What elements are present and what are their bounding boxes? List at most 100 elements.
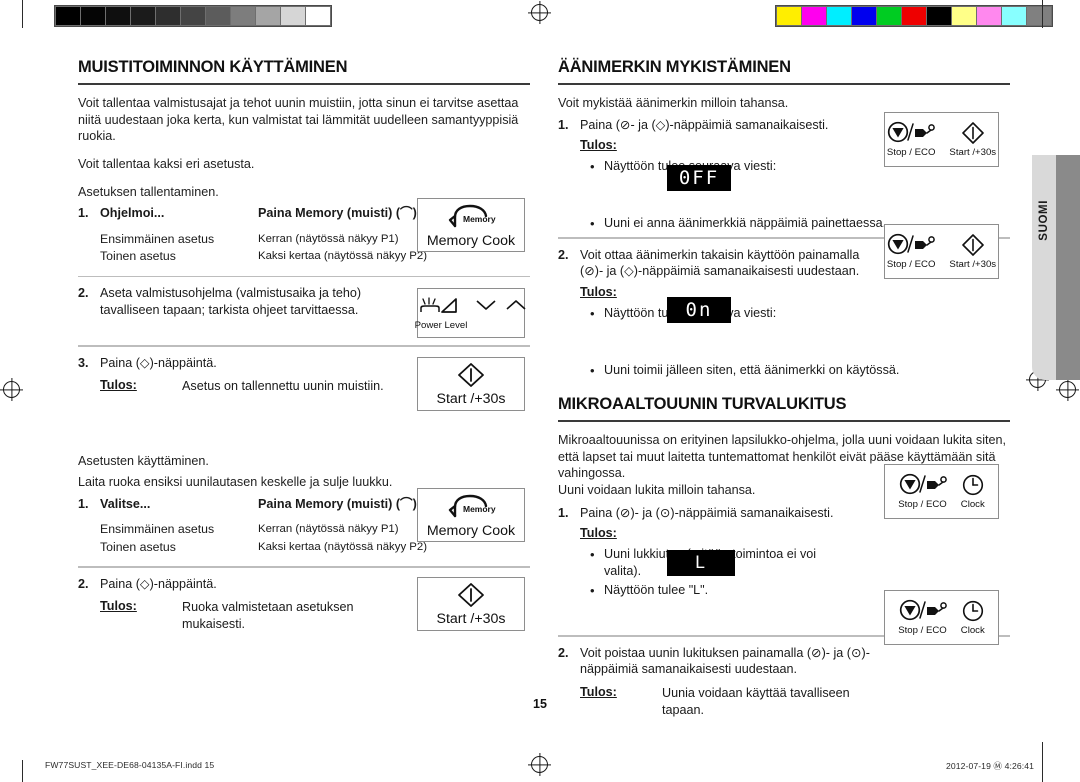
power-level-key: Power Level <box>414 296 468 331</box>
stop-clock-keys: Stop / ECO Clock <box>898 473 985 510</box>
step-divider <box>78 275 530 278</box>
start-label: Start /+30s <box>436 610 506 627</box>
memory-cook-label: Memory Cook <box>426 522 516 539</box>
stop-start-keys: Stop / ECO Start /+30s <box>887 233 996 270</box>
result-label: Tulos: <box>580 138 617 153</box>
step-divider <box>78 566 530 568</box>
start-key: Start /+30s <box>949 233 996 270</box>
sound-step-2-text: Voit ottaa äänimerkin takaisin käyttöön … <box>580 247 860 279</box>
memory-section-title: MUISTITOIMINNON KÄYTTÄMINEN <box>78 58 348 76</box>
keybox-memory-cook-store: Memory Memory Cook <box>417 198 525 252</box>
keybox-start-store: Start /+30s <box>417 357 525 411</box>
list-item: Näyttöön tulee seuraava viesti: <box>588 305 1010 322</box>
stop-eco-key: Stop / ECO <box>898 473 947 510</box>
stop-eco-icon <box>899 473 947 497</box>
result-label: Tulos: <box>100 599 137 614</box>
lock-section-title: MIKROAALTOUUNIN TURVALUKITUS <box>558 395 847 414</box>
stop-eco-icon <box>899 599 947 623</box>
memory-intro-paragraph-1: Voit tallentaa valmistusajat ja tehot uu… <box>78 96 519 144</box>
power-level-icon <box>418 296 464 318</box>
lock-step-2-number: 2. <box>558 645 569 660</box>
memory-icon-text: Memory <box>463 214 496 224</box>
result-label: Tulos: <box>100 378 137 393</box>
start-diamond-icon <box>457 362 485 388</box>
start-label: Start /+30s <box>949 147 997 158</box>
memory-cook-key: Memory Memory Cook <box>427 202 515 249</box>
power-level-keys: Power Level <box>415 296 528 331</box>
sound-step-2-number: 2. <box>558 247 569 262</box>
power-level-label: Power Level <box>414 319 468 331</box>
store-step-3-number: 3. <box>78 355 89 370</box>
list-item: Uuni toimii jälleen siten, että äänimerk… <box>588 362 1010 379</box>
store-step-2-number: 2. <box>78 286 89 301</box>
lcd-display-lock: L <box>667 550 735 576</box>
keybox-stop-start-1: Stop / ECO Start /+30s <box>884 112 999 167</box>
memory-intro-paragraph-2: Voit tallentaa kaksi eri asetusta. <box>78 156 255 171</box>
left-column: MUISTITOIMINNON KÄYTTÄMINEN Voit tallent… <box>78 58 530 634</box>
section-title-rule <box>558 83 1010 86</box>
stop-eco-label: Stop / ECO <box>898 499 947 510</box>
footer-filename: FW77SUST_XEE-DE68-04135A-FI.indd 15 <box>45 760 215 770</box>
clock-key: Clock <box>961 473 985 510</box>
lock-step-1-number: 1. <box>558 505 569 520</box>
result-text: Ruoka valmistetaan asetuksen mukaisesti. <box>182 600 354 631</box>
start-key: Start /+30s <box>949 121 996 158</box>
store-step-1-number: 1. <box>78 206 89 221</box>
sound-section-title: ÄÄNIMERKIN MYKISTÄMINEN <box>558 58 791 76</box>
keybox-start-use: Start /+30s <box>417 577 525 631</box>
store-row1-col1: Ensimmäinen asetus <box>100 231 215 246</box>
manual-page: MUISTITOIMINNON KÄYTTÄMINEN Voit tallent… <box>0 0 1080 782</box>
start-diamond-icon <box>961 121 985 145</box>
start-label: Start /+30s <box>436 390 506 407</box>
store-step-2-text: Aseta valmistusohjelma (valmistusaika ja… <box>100 286 362 317</box>
stop-clock-keys: Stop / ECO Clock <box>898 599 985 636</box>
lock-step-2-text: Voit poistaa uunin lukituksen painamalla… <box>580 645 870 677</box>
stop-eco-icon <box>887 121 936 145</box>
use-step-1-number: 1. <box>78 496 89 511</box>
stop-start-keys: Stop / ECO Start /+30s <box>887 121 996 158</box>
sound-step-2-bullets: Näyttöön tulee seuraava viesti: <box>588 305 1010 322</box>
stop-eco-label: Stop / ECO <box>886 147 936 158</box>
use-row1-col1: Ensimmäinen asetus <box>100 522 215 537</box>
stop-eco-key: Stop / ECO <box>886 121 936 158</box>
stop-eco-icon <box>887 233 936 257</box>
clock-label: Clock <box>960 625 985 636</box>
stop-eco-key: Stop / ECO <box>886 233 936 270</box>
memory-icon-text: Memory <box>463 504 496 514</box>
arrow-down-icon <box>475 298 497 320</box>
clock-label: Clock <box>960 499 985 510</box>
lcd-display-off: 0FF <box>667 165 731 191</box>
stop-eco-label: Stop / ECO <box>886 259 936 270</box>
result-label: Tulos: <box>580 526 617 541</box>
keybox-memory-cook-use: Memory Memory Cook <box>417 488 525 542</box>
use-step-2-number: 2. <box>78 576 89 591</box>
stop-eco-label: Stop / ECO <box>898 625 947 636</box>
arrow-up-icon <box>505 298 527 320</box>
step-divider <box>78 345 530 347</box>
memory-cook-label: Memory Cook <box>426 232 516 249</box>
memory-use-subheading: Asetusten käyttäminen. <box>78 453 209 468</box>
page-number: 15 <box>533 697 547 711</box>
clock-icon <box>961 599 985 623</box>
sound-intro: Voit mykistää äänimerkin milloin tahansa… <box>558 96 789 111</box>
start-label: Start /+30s <box>949 259 997 270</box>
sound-step-2-bullets-2: Uuni toimii jälleen siten, että äänimerk… <box>588 362 1010 379</box>
keybox-stop-clock-1: Stop / ECO Clock <box>884 464 999 519</box>
lcd-display-on: 0n <box>667 297 731 323</box>
start-key: Start /+30s <box>436 362 506 407</box>
keybox-power-level: Power Level <box>415 288 528 338</box>
store-header-col1: Ohjelmoi... <box>100 206 165 221</box>
use-header-col1: Valitse... <box>100 496 151 511</box>
result-label: Tulos: <box>580 285 617 300</box>
memory-head-icon: Memory <box>441 492 501 520</box>
keybox-stop-clock-2: Stop / ECO Clock <box>884 590 999 645</box>
start-diamond-icon <box>961 233 985 257</box>
store-row2-col1: Toinen asetus <box>100 249 176 264</box>
footer-timestamp: 2012-07-19 Ⓜ 4:26:41 <box>945 761 1034 771</box>
start-diamond-icon <box>457 582 485 608</box>
section-title-rule <box>78 83 530 86</box>
stop-eco-key: Stop / ECO <box>898 599 947 636</box>
clock-icon <box>961 473 985 497</box>
keybox-stop-start-2: Stop / ECO Start /+30s <box>884 224 999 279</box>
clock-key: Clock <box>961 599 985 636</box>
